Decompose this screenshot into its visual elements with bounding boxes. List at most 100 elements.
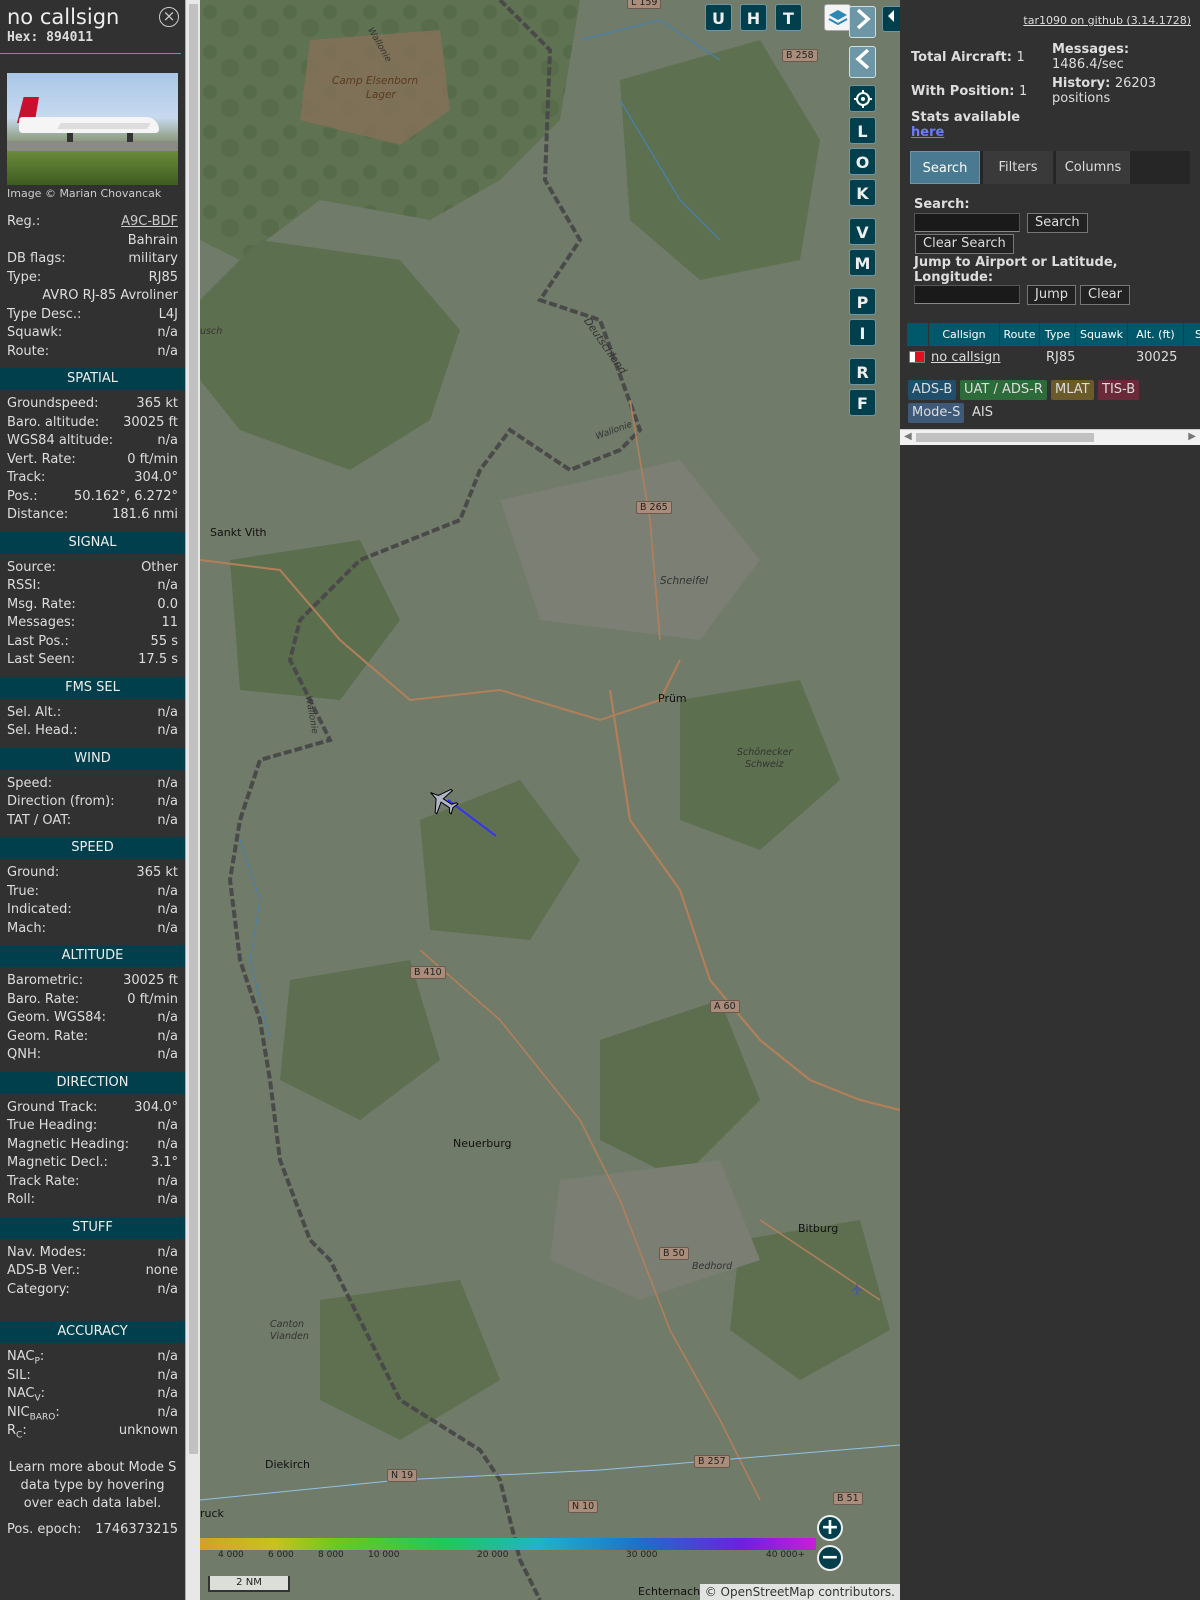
info-value[interactable]: A9C-BDF [121, 213, 178, 232]
map-button-t[interactable]: T [775, 4, 802, 31]
search-input[interactable] [914, 213, 1020, 232]
info-label[interactable]: Speed: [7, 775, 52, 794]
table-horizontal-scrollbar[interactable]: ◀ ▶ [900, 429, 1200, 445]
settings-gear-icon[interactable] [849, 85, 876, 112]
chevron-left-icon[interactable] [849, 46, 876, 78]
table-header-altitude[interactable]: Alt. (ft) [1128, 323, 1184, 346]
info-label[interactable]: Nav. Modes: [7, 1244, 86, 1263]
info-label[interactable]: Baro. altitude: [7, 414, 99, 433]
section-header-fms[interactable]: FMS SEL [0, 676, 185, 699]
info-label[interactable]: Type: [7, 269, 41, 288]
info-label[interactable]: Magnetic Decl.: [7, 1154, 108, 1173]
info-label[interactable]: TAT / OAT: [7, 812, 71, 831]
section-header-direction[interactable]: DIRECTION [0, 1071, 185, 1094]
info-label[interactable]: Distance: [7, 506, 68, 525]
info-label[interactable]: Geom. Rate: [7, 1028, 88, 1047]
expand-horizontal-icon[interactable] [882, 6, 900, 32]
section-header-signal[interactable]: SIGNAL [0, 531, 185, 554]
map-button-v[interactable]: V [849, 218, 876, 245]
map-button-m[interactable]: M [849, 249, 876, 276]
source-chip-mlat[interactable]: MLAT [1051, 380, 1094, 400]
source-chip-mode-s[interactable]: Mode-S [908, 403, 965, 423]
info-label[interactable]: SIL: [7, 1367, 31, 1386]
map-button-f[interactable]: F [849, 389, 876, 416]
tab-columns[interactable]: Columns [1056, 151, 1130, 184]
map-button-o[interactable]: O [849, 148, 876, 175]
info-label[interactable]: Sel. Head.: [7, 722, 78, 741]
info-label[interactable]: WGS84 altitude: [7, 432, 113, 451]
layers-icon[interactable] [824, 4, 851, 31]
map-button-h[interactable]: H [740, 4, 767, 31]
info-label[interactable]: Baro. Rate: [7, 991, 79, 1010]
info-label[interactable]: RC: [7, 1422, 27, 1445]
info-panel-scrollbar[interactable] [185, 0, 200, 1600]
section-header-speed[interactable]: SPEED [0, 837, 185, 859]
info-label[interactable]: Track: [7, 469, 45, 488]
tab-search[interactable]: Search [910, 151, 980, 184]
source-chip-ais[interactable]: AIS [968, 403, 997, 423]
jump-button[interactable]: Jump [1027, 285, 1076, 305]
search-button[interactable]: Search [1027, 213, 1088, 233]
info-label[interactable]: ADS-B Ver.: [7, 1262, 80, 1281]
info-label[interactable]: Ground: [7, 864, 59, 883]
chevron-right-icon[interactable] [849, 6, 876, 38]
info-label[interactable]: Squawk: [7, 324, 62, 343]
info-label[interactable]: Sel. Alt.: [7, 704, 61, 723]
info-label[interactable]: Pos.: [7, 488, 38, 507]
close-icon[interactable]: × [159, 7, 179, 27]
info-label[interactable]: Direction (from): [7, 793, 115, 812]
info-label[interactable]: Vert. Rate: [7, 451, 76, 470]
tab-filters[interactable]: Filters [983, 151, 1053, 184]
info-label[interactable]: Roll: [7, 1191, 35, 1210]
map-button-i[interactable]: I [849, 319, 876, 346]
info-label[interactable]: Ground Track: [7, 1099, 97, 1118]
info-label[interactable]: Track Rate: [7, 1173, 79, 1192]
info-label[interactable]: Type Desc.: [7, 306, 81, 325]
clear-search-button[interactable]: Clear Search [915, 234, 1014, 254]
row-callsign[interactable]: no callsign [931, 348, 1001, 368]
source-chip-tis-b[interactable]: TIS-B [1098, 380, 1140, 400]
info-label[interactable]: Last Pos.: [7, 633, 69, 652]
info-label[interactable]: DB flags: [7, 250, 66, 269]
info-label[interactable]: Barometric: [7, 972, 83, 991]
info-label[interactable]: Last Seen: [7, 651, 75, 670]
info-label[interactable]: Source: [7, 559, 56, 578]
clear-button[interactable]: Clear [1080, 285, 1130, 305]
info-label[interactable]: Pos. epoch: [7, 1521, 81, 1540]
source-chip-uat-ads-r[interactable]: UAT / ADS-R [960, 380, 1047, 400]
table-header-squawk[interactable]: Squawk [1076, 323, 1128, 346]
section-header-altitude[interactable]: ALTITUDE [0, 945, 185, 967]
info-label[interactable]: RSSI: [7, 577, 41, 596]
info-label[interactable]: Mach: [7, 920, 46, 939]
info-label[interactable]: Magnetic Heading: [7, 1136, 129, 1155]
table-header-callsign[interactable]: Callsign [929, 323, 1000, 346]
section-header-stuff[interactable]: STUFF [0, 1216, 185, 1239]
map-button-k[interactable]: K [849, 179, 876, 206]
zoom-out-button[interactable]: − [817, 1545, 843, 1571]
table-header-type[interactable]: Type [1040, 323, 1076, 346]
info-label[interactable]: Msg. Rate: [7, 596, 76, 615]
table-header-route[interactable]: Route [1000, 323, 1040, 346]
map-button-u[interactable]: U [705, 4, 732, 31]
zoom-in-button[interactable]: + [817, 1515, 843, 1541]
stats-link[interactable]: here [911, 125, 944, 140]
info-label[interactable]: True Heading: [7, 1117, 97, 1136]
table-header-speed[interactable]: S [1184, 323, 1200, 346]
map-button-l[interactable]: L [849, 117, 876, 144]
section-header-wind[interactable]: WIND [0, 747, 185, 770]
info-label[interactable]: Messages: [7, 614, 75, 633]
info-label[interactable]: Groundspeed: [7, 395, 98, 414]
info-label[interactable]: True: [7, 883, 39, 902]
info-label[interactable]: Geom. WGS84: [7, 1009, 106, 1028]
section-header-accuracy[interactable]: ACCURACY [0, 1321, 185, 1343]
info-label[interactable]: Indicated: [7, 901, 72, 920]
github-link[interactable]: tar1090 on github (3.14.1728) [1023, 14, 1191, 27]
info-label[interactable]: Category: [7, 1281, 70, 1300]
map-button-r[interactable]: R [849, 358, 876, 385]
info-label[interactable]: Route: [7, 343, 49, 362]
map-button-p[interactable]: P [849, 288, 876, 315]
info-label[interactable]: QNH: [7, 1046, 41, 1065]
secondary-aircraft-icon[interactable] [850, 1282, 864, 1296]
map-view[interactable]: Camp Elsenborn Lager Wallonie Deutschlan… [200, 0, 900, 1600]
section-header-spatial[interactable]: SPATIAL [0, 368, 185, 390]
